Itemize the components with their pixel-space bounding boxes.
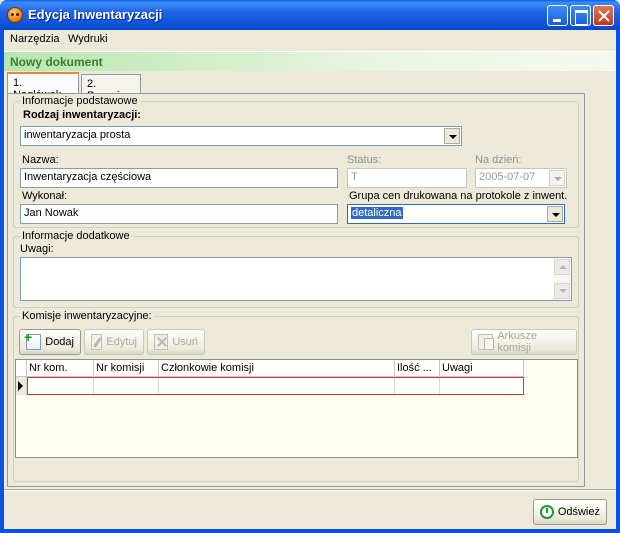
column-header[interactable]: Uwagi: [440, 360, 524, 377]
price-group-label: Grupa cen drukowana na protokole z inwen…: [349, 190, 568, 202]
group-basic-info: Informacje podstawowe Rodzaj inwentaryza…: [13, 95, 579, 228]
menu-bar: Narzędzia Wydruki: [4, 30, 616, 50]
tab-pozycje[interactable]: 2. Pozycje: [81, 74, 141, 102]
column-header[interactable]: Nr komisji: [94, 360, 159, 377]
sheets-button-label: Arkusze komisji: [497, 330, 538, 354]
type-value: inwentaryzacja prosta: [24, 129, 131, 141]
price-group-select[interactable]: detaliczna: [347, 204, 565, 224]
edit-button-label: Edytuj: [106, 336, 137, 348]
scroll-down-icon[interactable]: [554, 283, 570, 299]
sheets-icon: [478, 334, 495, 350]
group-commissions-label: Komisje inwentaryzacyjne:: [20, 310, 154, 322]
add-button-label: Dodaj: [45, 336, 74, 348]
refresh-button-label: Odśwież: [557, 506, 600, 518]
name-value: Inwentaryzacja częściowa: [24, 171, 152, 183]
notes-label: Uwagi:: [20, 243, 54, 255]
grid-header: Nr kom. Nr komisji Członkowie komisji Il…: [16, 360, 524, 377]
column-header[interactable]: Członkowie komisji: [159, 360, 395, 377]
status-label: Status:: [347, 154, 382, 166]
status-field[interactable]: T: [347, 168, 467, 188]
date-label: Na dzień:: [475, 154, 522, 166]
type-label: Rodzaj inwentaryzacji:: [23, 109, 141, 121]
delete-button[interactable]: Usuń: [147, 329, 205, 355]
row-focus-border: [27, 377, 524, 395]
notes-scrollbar[interactable]: [554, 259, 570, 299]
delete-icon: [154, 334, 169, 350]
sheets-button[interactable]: Arkusze komisji: [471, 329, 577, 355]
date-picker[interactable]: 2005-07-07: [475, 168, 567, 188]
name-field[interactable]: Inwentaryzacja częściowa: [20, 168, 338, 188]
performed-field[interactable]: Jan Nowak: [20, 204, 338, 224]
name-label: Nazwa:: [22, 154, 59, 166]
group-additional-info: Informacje dodatkowe Uwagi:: [13, 230, 579, 308]
pencil-icon: [91, 334, 103, 350]
column-header[interactable]: Nr kom.: [27, 360, 94, 377]
chevron-down-icon[interactable]: [547, 206, 563, 222]
menu-narzedzia[interactable]: Narzędzia: [10, 33, 60, 45]
group-commissions: Komisje inwentaryzacyjne: Dodaj Edytuj U…: [13, 310, 579, 482]
tab-naglowek[interactable]: 1. Nagłówek: [7, 72, 79, 101]
performed-value: Jan Nowak: [24, 207, 79, 219]
clock-icon: [540, 505, 554, 519]
row-pointer-icon: [18, 381, 23, 391]
maximize-button[interactable]: [570, 5, 591, 26]
window-title: Edycja Inwentaryzacji: [28, 7, 163, 22]
tab-panel-naglowek: Informacje podstawowe Rodzaj inwentaryza…: [7, 93, 585, 487]
add-icon: [24, 329, 42, 350]
refresh-button[interactable]: Odśwież: [533, 499, 607, 525]
type-select[interactable]: inwentaryzacja prosta: [20, 126, 462, 146]
group-additional-info-label: Informacje dodatkowe: [20, 230, 132, 242]
performed-label: Wykonał:: [22, 190, 68, 202]
date-value: 2005-07-07: [479, 171, 536, 183]
column-header[interactable]: Ilość ...: [395, 360, 440, 377]
status-value: T: [351, 171, 358, 183]
commissions-grid[interactable]: Nr kom. Nr komisji Członkowie komisji Il…: [15, 359, 578, 458]
minimize-button[interactable]: [547, 5, 568, 26]
group-basic-info-label: Informacje podstawowe: [20, 95, 140, 107]
add-button[interactable]: Dodaj: [19, 329, 81, 355]
menu-wydruki[interactable]: Wydruki: [68, 33, 108, 45]
footer-divider: [4, 489, 616, 491]
scroll-up-icon[interactable]: [554, 259, 570, 275]
chevron-down-icon[interactable]: [444, 128, 460, 144]
close-button[interactable]: [593, 5, 614, 26]
app-icon: [7, 7, 23, 23]
title-bar[interactable]: Edycja Inwentaryzacji: [0, 0, 620, 30]
calendar-dropdown-icon[interactable]: [549, 170, 565, 186]
edit-button[interactable]: Edytuj: [84, 329, 144, 355]
grid-indicator-header: [16, 360, 27, 377]
window-client: Narzędzia Wydruki Nowy dokument 1. Nagłó…: [4, 30, 616, 529]
status-banner: Nowy dokument: [4, 51, 616, 71]
price-group-value: detaliczna: [351, 207, 403, 219]
delete-button-label: Usuń: [172, 336, 198, 348]
notes-textarea[interactable]: [20, 257, 572, 301]
window: Edycja Inwentaryzacji Narzędzia Wydruki …: [0, 0, 620, 533]
banner-text: Nowy dokument: [10, 55, 103, 69]
